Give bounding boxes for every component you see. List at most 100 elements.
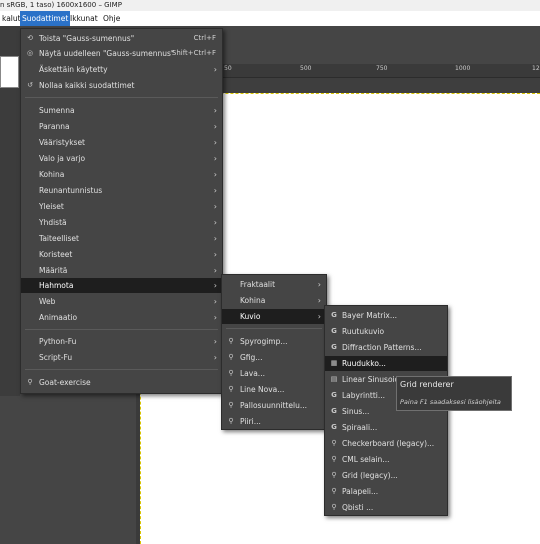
filters-menu: ⟲ Toista "Gauss-sumennus" Ctrl+F ◎ Näytä…	[20, 28, 223, 394]
plugin-icon: ⚲	[27, 378, 33, 386]
menu-item-distorts[interactable]: Vääristykset ›	[21, 135, 222, 150]
menu-item-spyrogimp[interactable]: ⚲ Spyrogimp...	[222, 334, 326, 349]
submenu-arrow-icon: ›	[213, 202, 217, 211]
menu-item-circuit[interactable]: ⚲ Piiri...	[222, 414, 326, 429]
submenu-arrow-icon: ›	[213, 266, 217, 275]
menu-item-label: Ruutukuvio	[342, 327, 385, 336]
menu-item-spiral[interactable]: G Spiraali...	[325, 420, 447, 435]
ruler-label: 125	[532, 65, 540, 72]
submenu-arrow-icon: ›	[213, 234, 217, 243]
submenu-arrow-icon: ›	[317, 280, 321, 289]
menu-item-reshow-filter[interactable]: ◎ Näytä uudelleen "Gauss-sumennus" Shift…	[21, 46, 222, 61]
menu-item-label: CML selain...	[342, 455, 390, 464]
plugin-icon: ⚲	[331, 471, 337, 479]
gegl-icon: G	[331, 311, 337, 319]
submenu-arrow-icon: ›	[213, 250, 217, 259]
plugin-icon: ⚲	[228, 417, 234, 425]
menu-item-generic[interactable]: Yleiset ›	[21, 199, 222, 214]
canvas-padding-left	[136, 392, 140, 544]
left-dock	[0, 26, 20, 396]
menu-item-label: Sumenna	[39, 106, 75, 115]
submenu-arrow-icon: ›	[213, 186, 217, 195]
menu-item-recently-used[interactable]: Äskettäin käytetty ›	[21, 62, 222, 77]
plugin-icon: ⚲	[331, 439, 337, 447]
gegl-icon: G	[331, 407, 337, 415]
plugin-icon: ⚲	[228, 369, 234, 377]
menu-item-label: Toista "Gauss-sumennus"	[39, 34, 135, 43]
ruler-label: 750	[376, 65, 388, 72]
menu-item-checkerboard-legacy[interactable]: ⚲ Checkerboard (legacy)...	[325, 436, 447, 451]
plugin-icon: ⚲	[331, 455, 337, 463]
menu-item-python-fu[interactable]: Python-Fu ›	[21, 334, 222, 349]
menu-windows[interactable]: Ikkunat	[68, 11, 100, 26]
submenu-arrow-icon: ›	[317, 296, 321, 305]
ruler-label: 1000	[455, 65, 471, 72]
menu-item-label: Script-Fu	[39, 353, 73, 362]
menu-item-noise[interactable]: Kohina ›	[21, 167, 222, 182]
menu-item-label: Koristeet	[39, 250, 73, 259]
menu-item-label: Reunantunnistus	[39, 186, 103, 195]
menu-item-render[interactable]: Hahmota ›	[21, 278, 222, 293]
menu-item-decor[interactable]: Koristeet ›	[21, 247, 222, 262]
menu-item-label: Sinus...	[342, 407, 370, 416]
menu-item-reset-filters[interactable]: ↺ Nollaa kaikki suodattimet	[21, 78, 222, 93]
menu-item-line-nova[interactable]: ⚲ Line Nova...	[222, 382, 326, 397]
menu-item-jigsaw[interactable]: ⚲ Palapeli...	[325, 484, 447, 499]
menu-item-web[interactable]: Web ›	[21, 294, 222, 309]
menu-item-fractals[interactable]: Fraktaalit ›	[222, 277, 326, 292]
menu-item-lava[interactable]: ⚲ Lava...	[222, 366, 326, 381]
menu-item-checkerboard[interactable]: G Ruutukuvio	[325, 324, 447, 339]
menu-item-label: Spyrogimp...	[240, 337, 288, 346]
menu-item-animation[interactable]: Animaatio ›	[21, 310, 222, 325]
menu-item-edge-detect[interactable]: Reunantunnistus ›	[21, 183, 222, 198]
menu-item-blur[interactable]: Sumenna ›	[21, 103, 222, 118]
menu-item-label: Näytä uudelleen "Gauss-sumennus"	[39, 49, 175, 58]
menu-item-label: Fraktaalit	[240, 280, 276, 289]
gegl-icon: G	[331, 327, 337, 335]
menu-help[interactable]: Ohje	[101, 11, 122, 26]
gegl-icon: G	[331, 423, 337, 431]
menu-item-bayer-matrix[interactable]: G Bayer Matrix...	[325, 308, 447, 323]
menu-item-pattern[interactable]: Kuvio ›	[222, 309, 326, 324]
menu-item-label: Pallosuunnittelu...	[240, 401, 308, 410]
menu-item-noise-render[interactable]: Kohina ›	[222, 293, 326, 308]
menu-item-label: Line Nova...	[240, 385, 285, 394]
menu-item-artistic[interactable]: Taiteelliset ›	[21, 231, 222, 246]
submenu-arrow-icon: ›	[213, 218, 217, 227]
menu-item-label: Nollaa kaikki suodattimet	[39, 81, 135, 90]
sinusoid-icon: ▤	[330, 375, 338, 383]
menu-item-grid-legacy[interactable]: ⚲ Grid (legacy)...	[325, 468, 447, 483]
menu-item-qbist[interactable]: ⚲ Qbisti ...	[325, 500, 447, 515]
menu-item-label: Vääristykset	[39, 138, 85, 147]
menu-filters[interactable]: Suodattimet	[20, 11, 71, 26]
submenu-arrow-icon: ›	[213, 313, 217, 322]
image-thumbnail[interactable]	[0, 56, 19, 88]
menu-item-repeat-filter[interactable]: ⟲ Toista "Gauss-sumennus" Ctrl+F	[21, 31, 222, 46]
menu-item-label: Yhdistä	[39, 218, 67, 227]
menu-item-goat-exercise[interactable]: ⚲ Goat-exercise	[21, 375, 222, 390]
menu-item-label: Qbisti ...	[342, 503, 374, 512]
menu-item-grid[interactable]: ▦ Ruudukko...	[325, 356, 447, 371]
menu-item-label: Ruudukko...	[342, 359, 386, 368]
menu-item-gfig[interactable]: ⚲ Gfig...	[222, 350, 326, 365]
menu-separator	[25, 97, 218, 98]
menu-item-script-fu[interactable]: Script-Fu ›	[21, 350, 222, 365]
menu-item-label: Labyrintti...	[342, 391, 386, 400]
menu-item-cml-explorer[interactable]: ⚲ CML selain...	[325, 452, 447, 467]
menu-item-map[interactable]: Määritä ›	[21, 263, 222, 278]
menu-item-light-shadow[interactable]: Valo ja varjo ›	[21, 151, 222, 166]
menu-item-label: Hahmota	[39, 281, 74, 290]
menu-item-enhance[interactable]: Paranna ›	[21, 119, 222, 134]
submenu-arrow-icon: ›	[213, 65, 217, 74]
ruler-label: 50	[224, 65, 232, 72]
menu-item-label: Diffraction Patterns...	[342, 343, 422, 352]
menu-item-sphere-designer[interactable]: ⚲ Pallosuunnittelu...	[222, 398, 326, 413]
menu-item-label: Lava...	[240, 369, 265, 378]
menu-item-diffraction-patterns[interactable]: G Diffraction Patterns...	[325, 340, 447, 355]
menu-item-label: Animaatio	[39, 313, 78, 322]
plugin-icon: ⚲	[228, 401, 234, 409]
menu-item-label: Python-Fu	[39, 337, 77, 346]
menubar: kalut Suodattimet Ikkunat Ohje	[0, 11, 540, 26]
horizontal-ruler[interactable]: 50 500 750 1000 125	[221, 64, 540, 78]
menu-item-combine[interactable]: Yhdistä ›	[21, 215, 222, 230]
